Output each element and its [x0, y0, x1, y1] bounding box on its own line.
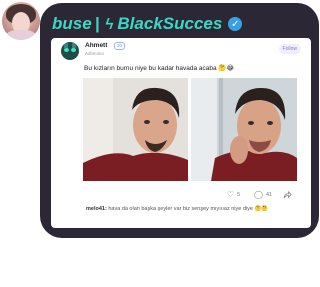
post-photo-1[interactable] [83, 78, 188, 181]
header-separator: | [94, 14, 100, 33]
eye-right [71, 48, 76, 52]
comment-author[interactable]: melo41: [86, 206, 107, 212]
channel-card: buse | ϟ BlackSucces ✓ Ahmett 20 Adlımın… [40, 3, 319, 238]
post-photo-2[interactable] [191, 78, 297, 181]
post-card[interactable]: Ahmett 20 Adlımının Follow Bu kızların b… [51, 38, 311, 228]
photo-1-image [83, 78, 188, 181]
level-badge: 20 [114, 42, 126, 50]
top-comment[interactable]: melo41: hava da olan başka şeyler var bi… [86, 206, 291, 213]
share-icon [283, 190, 292, 198]
like-stat[interactable]: ♡ 5 [227, 190, 240, 200]
post-author-subtitle: Adlımının [85, 51, 105, 56]
comment-count: 41 [265, 192, 273, 198]
heart-icon: ♡ [227, 190, 235, 199]
avatar-body [6, 30, 36, 40]
photo-2-image [191, 78, 297, 181]
post-caption: Bu kızların burnu niye bu kadar havada a… [84, 65, 235, 72]
channel-header[interactable]: buse | ϟ BlackSucces ✓ [52, 13, 243, 35]
like-count: 5 [237, 192, 241, 198]
eye-left [64, 48, 69, 52]
post-author-avatar[interactable] [61, 42, 79, 60]
follow-button[interactable]: Follow [278, 44, 301, 54]
comment-text: hava da olan başka şeyler var biz senşey… [108, 206, 269, 212]
verified-icon: ✓ [228, 17, 243, 31]
share-button[interactable] [283, 190, 292, 200]
brand-name: buse [52, 14, 92, 33]
bolt-icon: ϟ [105, 15, 114, 33]
channel-name: BlackSucces [117, 14, 223, 33]
comment-icon: ◯ [254, 190, 263, 199]
channel-avatar[interactable] [2, 2, 40, 40]
comment-stat[interactable]: ◯ 41 [254, 190, 272, 200]
post-author-name[interactable]: Ahmett [85, 42, 107, 49]
